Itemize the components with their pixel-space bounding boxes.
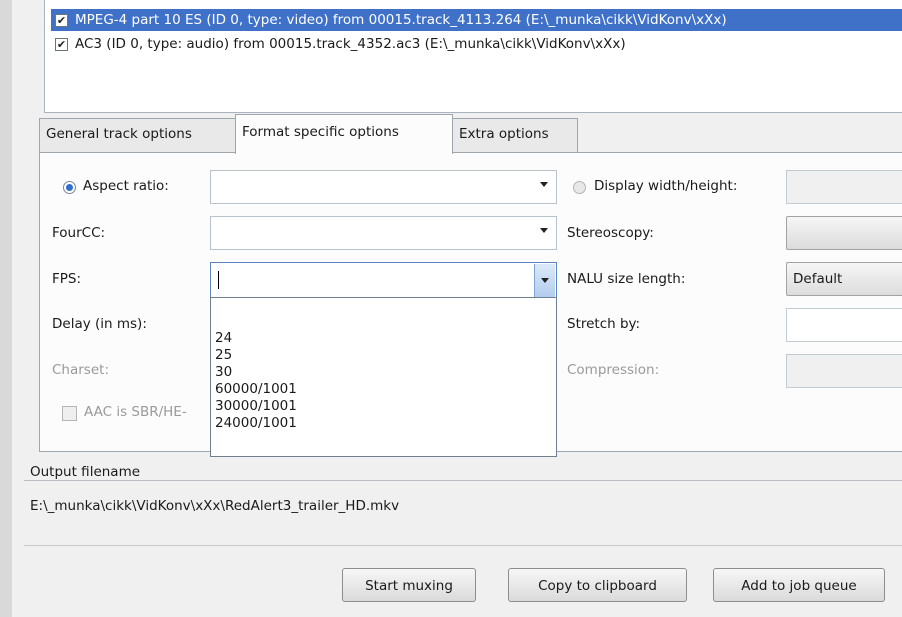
stereoscopy-select[interactable] — [786, 216, 902, 250]
fps-option[interactable]: 24 — [215, 330, 232, 347]
aspect-ratio-radio[interactable] — [63, 181, 76, 194]
start-muxing-button[interactable]: Start muxing — [342, 568, 476, 602]
fourcc-combo[interactable] — [210, 216, 557, 250]
add-to-job-queue-button[interactable]: Add to job queue — [713, 568, 885, 602]
output-group-border — [24, 480, 902, 481]
track-audio-label: AC3 (ID 0, type: audio) from 00015.track… — [75, 36, 626, 52]
display-wh-radio[interactable] — [573, 181, 586, 194]
window-left-edge — [0, 0, 12, 617]
fps-dropdown-list[interactable]: 24 25 30 60000/1001 30000/1001 24000/100… — [210, 297, 557, 457]
charset-label: Charset: — [52, 362, 109, 378]
fps-option[interactable]: 30000/1001 — [215, 398, 297, 415]
aspect-ratio-label: Aspect ratio: — [83, 178, 169, 194]
stretch-label: Stretch by: — [567, 316, 641, 332]
aac-sbr-label: AAC is SBR/HE- — [84, 404, 187, 420]
copy-to-clipboard-button[interactable]: Copy to clipboard — [508, 568, 687, 602]
display-wh-label: Display width/height: — [594, 178, 738, 194]
chevron-down-icon — [540, 228, 548, 233]
add-to-job-queue-label: Add to job queue — [741, 578, 857, 594]
stereoscopy-label: Stereoscopy: — [567, 225, 654, 241]
start-muxing-label: Start muxing — [365, 578, 453, 594]
fps-dropdown-button[interactable] — [534, 264, 555, 297]
fps-option[interactable]: 60000/1001 — [215, 381, 297, 398]
compression-field[interactable] — [786, 354, 902, 388]
tab-label: General track options — [46, 126, 192, 142]
track-row-audio[interactable]: ✔ AC3 (ID 0, type: audio) from 00015.tra… — [55, 33, 626, 55]
fps-option[interactable]: 25 — [215, 347, 232, 364]
track-video-label: MPEG-4 part 10 ES (ID 0, type: video) fr… — [75, 12, 727, 28]
output-filename-label: Output filename — [30, 464, 146, 480]
output-filename-field[interactable]: E:\_munka\cikk\VidKonv\xXx\RedAlert3_tra… — [30, 498, 399, 514]
fps-combo[interactable] — [210, 262, 557, 298]
aspect-ratio-combo[interactable] — [210, 170, 557, 204]
text-caret — [218, 271, 219, 289]
nalu-label: NALU size length: — [567, 271, 686, 287]
copy-to-clipboard-label: Copy to clipboard — [538, 578, 657, 594]
track-list[interactable]: ✔ MPEG-4 part 10 ES (ID 0, type: video) … — [44, 0, 902, 113]
fps-option[interactable]: 30 — [215, 364, 232, 381]
fourcc-label: FourCC: — [52, 225, 106, 241]
fps-label: FPS: — [52, 271, 82, 287]
tab-extra-options[interactable]: Extra options — [452, 118, 578, 152]
track-row-video[interactable]: ✔ MPEG-4 part 10 ES (ID 0, type: video) … — [51, 9, 902, 31]
chevron-down-icon — [541, 278, 549, 283]
compression-label: Compression: — [567, 362, 660, 378]
fps-option[interactable]: 24000/1001 — [215, 415, 297, 432]
stretch-field[interactable] — [786, 308, 902, 342]
nalu-select[interactable]: Default — [786, 262, 902, 296]
tab-general-track-options[interactable]: General track options — [39, 118, 236, 152]
tab-label: Format specific options — [242, 124, 399, 140]
delay-label: Delay (in ms): — [52, 316, 147, 332]
aac-sbr-checkbox[interactable] — [62, 406, 77, 421]
separator — [24, 545, 902, 546]
tab-format-specific-options[interactable]: Format specific options — [235, 114, 453, 154]
nalu-value: Default — [793, 271, 843, 287]
track-video-checkbox[interactable]: ✔ — [55, 13, 68, 27]
display-wh-field[interactable] — [786, 170, 902, 204]
chevron-down-icon — [540, 182, 548, 187]
tab-label: Extra options — [459, 126, 549, 142]
track-audio-checkbox[interactable]: ✔ — [55, 37, 68, 51]
